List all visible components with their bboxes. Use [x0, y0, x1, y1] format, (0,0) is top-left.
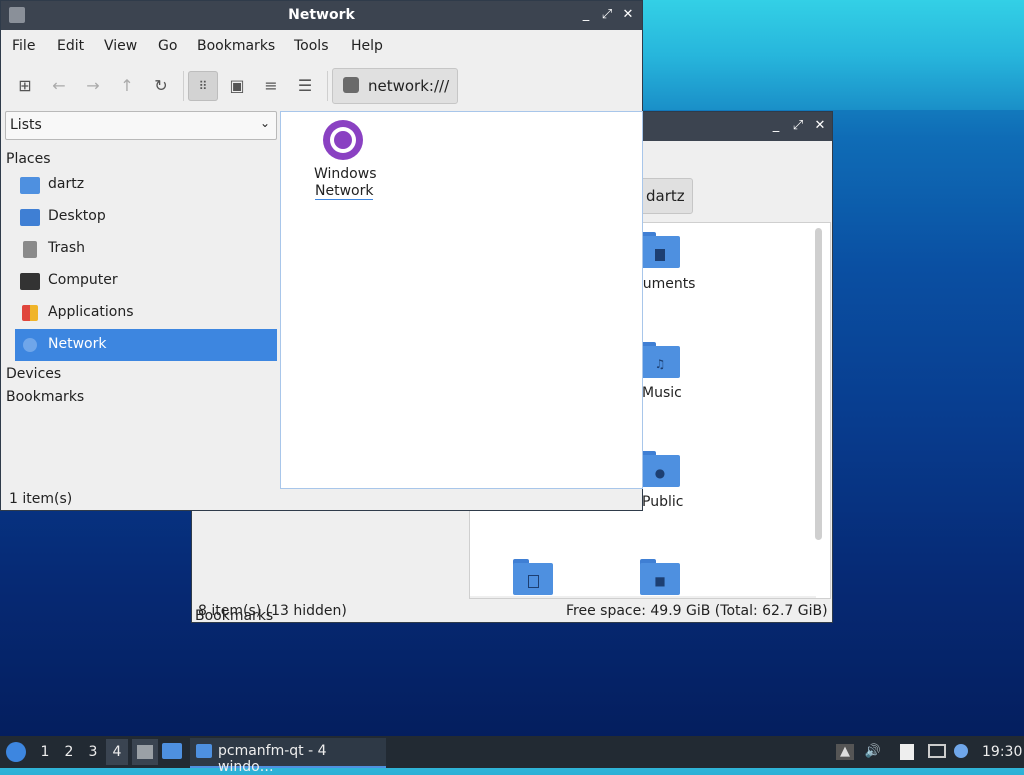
- forward-arrow-icon[interactable]: →: [78, 71, 108, 101]
- workspace-1[interactable]: 1: [34, 744, 56, 760]
- tray-expand-icon[interactable]: ▲: [836, 744, 854, 760]
- up-arrow-icon[interactable]: ↑: [112, 71, 142, 101]
- sidebar-item-label: dartz: [48, 176, 85, 192]
- home-folder-icon: [20, 177, 40, 194]
- desktop-launcher-icon[interactable]: [162, 743, 182, 759]
- folder-label: Music: [642, 385, 682, 401]
- thumbnail-view-icon[interactable]: ▣: [222, 71, 252, 101]
- icon-view-icon[interactable]: ⠿: [188, 71, 218, 101]
- network-tray-icon[interactable]: [928, 744, 946, 758]
- devices-group[interactable]: Devices: [6, 366, 61, 382]
- start-menu-icon[interactable]: [6, 742, 26, 762]
- back-path-label: dartz: [646, 187, 685, 205]
- maximize-icon[interactable]: ⤢: [598, 6, 616, 24]
- trash-icon: [23, 241, 37, 258]
- path-text: network:///: [368, 77, 450, 95]
- side-pane-mode-value: Lists: [10, 117, 42, 133]
- task-label: pcmanfm-qt - 4 windo…: [218, 743, 327, 775]
- workspace-2[interactable]: 2: [58, 744, 80, 760]
- sidebar-item-label: Desktop: [48, 208, 106, 224]
- volume-icon[interactable]: 🔊: [864, 744, 882, 760]
- templates-folder-icon[interactable]: [513, 559, 553, 595]
- computer-icon: [20, 273, 40, 290]
- clipboard-icon[interactable]: [900, 744, 914, 760]
- taskbar-task-pcmanfm[interactable]: pcmanfm-qt - 4 windo…: [190, 738, 386, 775]
- status-bar-text: 1 item(s): [9, 491, 73, 507]
- taskbar: 1 2 3 4 pcmanfm-qt - 4 windo… ▲ 🔊 19:30: [0, 736, 1024, 775]
- menu-help[interactable]: Help: [351, 38, 383, 54]
- front-file-manager-window[interactable]: Network _ ⤢ ✕ File Edit View Go Bookmark…: [1, 1, 643, 510]
- item-label-line1: Windows: [314, 166, 377, 182]
- sidebar-item-desktop[interactable]: Desktop: [15, 201, 277, 233]
- back-status-free-space: Free space: 49.9 GiB (Total: 62.7 GiB): [566, 603, 828, 619]
- network-path-icon: [343, 77, 359, 93]
- folder-view[interactable]: Windows Network: [280, 111, 643, 489]
- toolbar-separator: [327, 71, 328, 101]
- file-manager-launcher-icon[interactable]: [132, 739, 158, 765]
- document-folder-icon[interactable]: [640, 232, 680, 268]
- toolbar: ⊞ ← → ↑ ↻ ⠿ ▣ ≡ ☰ network:///: [1, 63, 642, 107]
- back-bottom-cover: [470, 596, 816, 598]
- desktop-wallpaper: [640, 0, 1024, 110]
- applications-icon: [22, 305, 38, 321]
- toolbar-separator: [183, 71, 184, 101]
- menu-file[interactable]: File: [12, 38, 35, 54]
- menu-view[interactable]: View: [104, 38, 137, 54]
- side-pane-mode-select[interactable]: Lists ⌄: [5, 111, 277, 140]
- menu-bookmarks[interactable]: Bookmarks: [197, 38, 275, 54]
- front-window-titlebar[interactable]: Network _ ⤢ ✕: [1, 1, 642, 30]
- sidebar-item-applications[interactable]: Applications: [15, 297, 277, 329]
- folder-icon: [196, 744, 212, 758]
- desktop-icon: [20, 209, 40, 226]
- network-icon: [23, 338, 37, 352]
- music-folder-icon[interactable]: ♫: [640, 342, 680, 378]
- windows-network-icon: [323, 120, 363, 160]
- public-folder-icon[interactable]: ●: [640, 451, 680, 487]
- close-icon[interactable]: ✕: [811, 117, 829, 135]
- sidebar-item-trash[interactable]: Trash: [15, 233, 277, 265]
- sidebar-item-label: Applications: [48, 304, 134, 320]
- reload-icon[interactable]: ↻: [146, 71, 176, 101]
- menu-go[interactable]: Go: [158, 38, 177, 54]
- minimize-icon[interactable]: _: [577, 6, 595, 24]
- close-icon[interactable]: ✕: [619, 6, 637, 24]
- new-tab-icon[interactable]: ⊞: [10, 71, 40, 101]
- maximize-icon[interactable]: ⤢: [789, 117, 807, 135]
- windows-network-item[interactable]: Windows Network: [311, 112, 377, 202]
- chevron-down-icon: ⌄: [259, 116, 270, 130]
- detailed-list-view-icon[interactable]: ☰: [290, 71, 320, 101]
- back-arrow-icon[interactable]: ←: [44, 71, 74, 101]
- minimize-icon[interactable]: _: [767, 117, 785, 135]
- clock[interactable]: 19:30: [982, 744, 1022, 760]
- back-status-items: 8 item(s) (13 hidden): [198, 603, 347, 619]
- sidebar-item-network[interactable]: Network: [15, 329, 277, 361]
- places-group[interactable]: Places: [6, 151, 51, 167]
- back-scrollbar[interactable]: [815, 228, 822, 540]
- menu-bar: File Edit View Go Bookmarks Tools Help: [1, 31, 642, 61]
- side-pane: Lists ⌄ Places dartz Desktop Trash Compu…: [5, 111, 278, 487]
- sidebar-item-computer[interactable]: Computer: [15, 265, 277, 297]
- sidebar-item-dartz[interactable]: dartz: [15, 169, 277, 201]
- update-notifier-icon[interactable]: [954, 744, 968, 758]
- videos-folder-icon[interactable]: ■: [640, 559, 680, 595]
- window-title: Network: [288, 7, 355, 23]
- sidebar-item-label: Computer: [48, 272, 118, 288]
- item-label-line2: Network: [315, 183, 374, 200]
- folder-label: Public: [642, 494, 684, 510]
- menu-edit[interactable]: Edit: [57, 38, 84, 54]
- workspace-4[interactable]: 4: [106, 739, 128, 765]
- path-bar[interactable]: network:///: [332, 68, 458, 104]
- bookmarks-group[interactable]: Bookmarks: [6, 389, 84, 405]
- sidebar-item-label: Network: [48, 336, 107, 352]
- menu-tools[interactable]: Tools: [294, 38, 329, 54]
- back-path-button[interactable]: dartz: [637, 178, 693, 214]
- compact-view-icon[interactable]: ≡: [256, 71, 286, 101]
- workspace-3[interactable]: 3: [82, 744, 104, 760]
- folder-label: cuments: [635, 276, 696, 292]
- sidebar-item-label: Trash: [48, 240, 85, 256]
